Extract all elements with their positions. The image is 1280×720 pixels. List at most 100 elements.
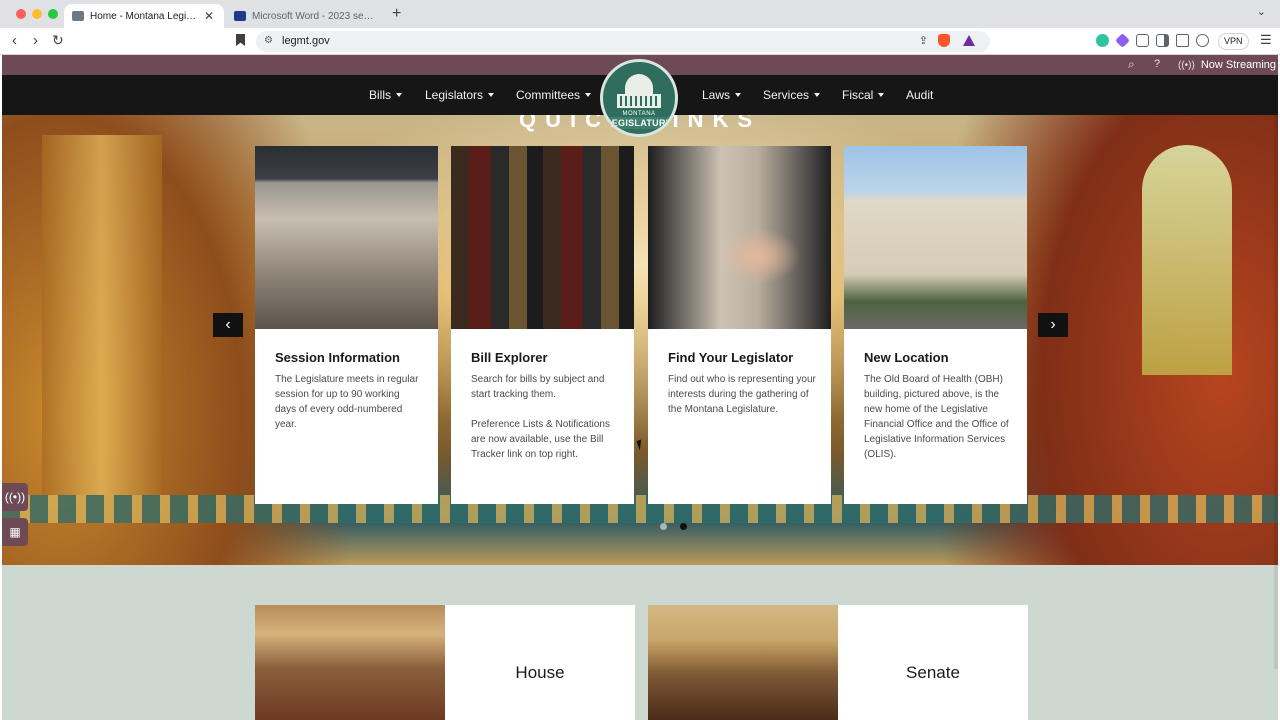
card-session-information[interactable]: Session Information The Legislature meet… [255,146,438,504]
bookmark-icon[interactable] [236,34,245,46]
montana-legislature-logo[interactable]: MONTANA LEGISLATURE [600,59,678,137]
capitol-dome-graphic [625,74,653,96]
nav-label: Laws [702,88,731,102]
back-icon[interactable]: ‹ [12,32,17,49]
card-bill-explorer[interactable]: Bill Explorer Search for bills by subjec… [451,146,634,504]
senate-chamber-card[interactable]: Senate [648,605,1028,720]
search-icon[interactable]: ⌕ [1128,57,1135,72]
chevron-down-icon [396,93,403,97]
card-find-your-legislator[interactable]: Find Your Legislator Find out who is rep… [648,146,831,504]
card-title[interactable]: Session Information [275,350,400,365]
chevron-down-icon [488,93,495,97]
brave-rewards-icon[interactable] [963,35,975,46]
close-icon[interactable]: ✕ [204,9,214,23]
word-favicon-icon [234,11,246,21]
brave-shields-icon[interactable] [938,34,950,47]
senate-label[interactable]: Senate [838,663,1028,683]
url-text[interactable]: legmt.gov [282,35,330,47]
decorative-band [2,495,1278,523]
quick-links-carousel: QUICK LINKS Session Information The Legi… [2,115,1278,565]
chevron-down-icon [878,93,885,97]
card-image [451,146,634,329]
help-icon[interactable]: ? [1154,58,1160,70]
new-tab-button[interactable]: + [392,5,401,23]
card-text: Find out who is representing your intere… [668,372,816,417]
extension-icon[interactable] [1115,33,1130,48]
card-image [844,146,1027,329]
tab-title: Home - Montana Legislature [90,10,198,22]
nav-label: Services [763,88,810,102]
chevron-down-icon [585,93,592,97]
nav-fiscal[interactable]: Fiscal [842,88,885,102]
house-label[interactable]: House [445,663,635,683]
nav-audit[interactable]: Audit [906,88,933,102]
broadcast-icon: ((•)) [1178,59,1195,71]
tab-title: Microsoft Word - 2023 session ca [252,10,376,22]
extension-icon[interactable] [1096,34,1109,47]
mouse-cursor-icon [636,439,645,451]
puzzle-icon[interactable] [1136,34,1149,47]
card-title[interactable]: New Location [864,350,949,365]
nav-bills[interactable]: Bills [369,88,403,102]
card-image [648,146,831,329]
close-window-button[interactable] [16,9,26,19]
tab-search-button[interactable]: ⌄ [1257,5,1266,18]
now-streaming-link[interactable]: ((•)) Now Streaming [1178,59,1276,71]
nav-label: Committees [516,88,581,102]
card-text: Search for bills by subject and start tr… [471,372,619,462]
vpn-button[interactable]: VPN [1218,33,1249,50]
site-settings-icon[interactable]: ⚙ [264,35,273,46]
menu-icon[interactable]: ☰ [1260,32,1272,48]
nav-committees[interactable]: Committees [516,88,592,102]
nav-label: Legislators [425,88,484,102]
extensions-area [1096,33,1209,48]
tab-word-document[interactable]: Microsoft Word - 2023 session ca [226,4,386,28]
house-chamber-image [255,605,445,720]
share-icon[interactable]: ⇪ [919,34,928,47]
carousel-prev-button[interactable]: ‹ [213,313,243,337]
leo-ai-icon[interactable] [1196,34,1209,47]
card-paragraph: Preference Lists & Notifications are now… [471,419,610,460]
minimize-window-button[interactable] [32,9,42,19]
house-chamber-card[interactable]: House [255,605,635,720]
browser-tab-bar: Home - Montana Legislature ✕ Microsoft W… [0,0,1280,28]
forward-icon[interactable]: › [33,32,38,49]
wallet-icon[interactable] [1176,34,1189,47]
card-title[interactable]: Find Your Legislator [668,350,793,365]
tab-home[interactable]: Home - Montana Legislature ✕ [64,4,224,28]
capitol-columns-graphic [620,96,658,106]
carousel-dot[interactable] [660,523,667,530]
browser-toolbar: ‹ › ↻ ⚙ legmt.gov ⇪ VPN ☰ [0,28,1280,55]
reload-icon[interactable]: ↻ [52,32,64,49]
maximize-window-button[interactable] [48,9,58,19]
card-paragraph: Search for bills by subject and start tr… [471,374,605,400]
stained-glass-window [1142,145,1232,375]
logo-banner-text: LEGISLATURE [603,117,675,129]
nav-services[interactable]: Services [763,88,821,102]
card-paragraph: Find out who is representing your intere… [668,374,816,415]
chevron-down-icon [735,93,742,97]
chevron-down-icon [814,93,821,97]
nav-label: Fiscal [842,88,874,102]
website-viewport: ⌕ ? ((•)) Now Streaming Bills Legislator… [2,55,1278,720]
calendar-icon[interactable]: ▦ [2,518,28,546]
broadcast-icon[interactable]: ((•)) [2,483,28,511]
card-title[interactable]: Bill Explorer [471,350,548,365]
card-paragraph: The Old Board of Health (OBH) building, … [864,374,1009,460]
sidebar-icon[interactable] [1156,34,1169,47]
card-image [255,146,438,329]
nav-legislators[interactable]: Legislators [425,88,495,102]
senate-chamber-image [648,605,838,720]
nav-label: Audit [906,88,934,102]
address-bar[interactable]: ⚙ legmt.gov ⇪ [256,31,990,52]
carousel-dot-active[interactable] [680,523,687,530]
page-scrollbar[interactable] [1274,115,1278,669]
nav-label: Bills [369,88,392,102]
carousel-next-button[interactable]: › [1038,313,1068,337]
card-paragraph: The Legislature meets in regular session… [275,374,419,430]
card-text: The Old Board of Health (OBH) building, … [864,372,1012,462]
card-new-location[interactable]: New Location The Old Board of Health (OB… [844,146,1027,504]
decorative-column [42,135,162,495]
nav-laws[interactable]: Laws [702,88,742,102]
now-streaming-label: Now Streaming [1200,59,1277,71]
